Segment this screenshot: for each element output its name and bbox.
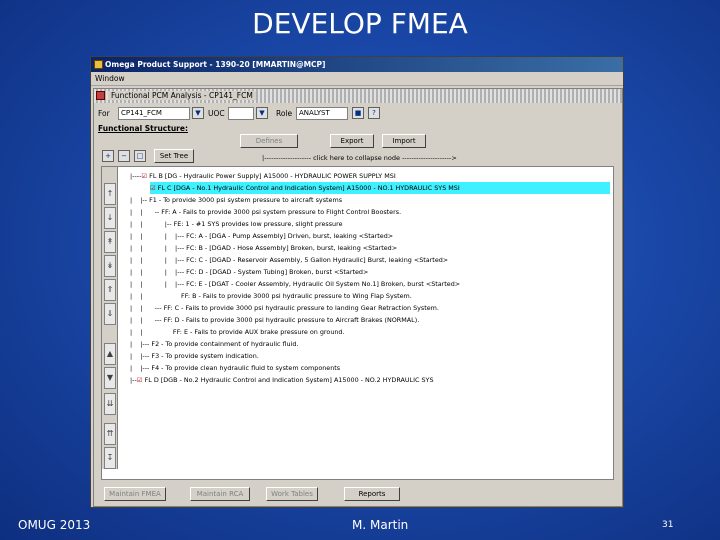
tree-node-selected[interactable]: ☑ FL C [DGA - No.1 Hydraulic Control and… [150,182,610,194]
role-label: Role [276,109,293,118]
tree-node[interactable]: | | --- FF: C - Fails to provide 3000 ps… [130,302,439,314]
last-icon[interactable]: ↧ [104,447,116,469]
work-tables-button[interactable]: Work Tables [266,487,318,501]
save-icon[interactable]: ■ [352,107,364,119]
footer-center: M. Martin [352,518,409,532]
uoc-field[interactable] [228,107,254,120]
fast-down-icon[interactable]: ⇊ [104,393,116,415]
uoc-label: UOC [208,109,225,118]
scroll-up-icon[interactable]: ▲ [104,343,116,365]
child-window-icon [96,91,105,100]
page-up-icon[interactable]: ⇑ [104,279,116,301]
app-logo-icon [94,60,103,69]
move-bottom-icon[interactable]: ↡ [104,255,116,277]
slide-number: 31 [662,520,674,530]
move-up-icon[interactable]: ↑ [104,183,116,205]
collapse-hint: |-------------------- click here to coll… [262,154,457,162]
child-titlebar: Functional PCM Analysis - CP141_FCM [94,89,622,103]
functional-tree: ↑ ↓ ↟ ↡ ⇑ ⇓ ▲ ▼ ⇊ ⇈ ↧ |----☑ FL B [DG - … [101,166,614,480]
app-title: Omega Product Support - 1390-20 [MMARTIN… [105,60,326,69]
tree-node[interactable]: | | | |--- FC: A - [DGA - Pump Assembly]… [130,230,393,242]
tree-node[interactable]: | | FF: B - Fails to provide 3000 psi hy… [130,290,412,302]
tree-node[interactable]: |--☑ FL D [DGB - No.2 Hydraulic Control … [130,374,434,386]
copy-icon[interactable]: □ [134,150,146,162]
for-lookup-icon[interactable]: ▼ [192,107,204,119]
for-label: For [98,109,110,118]
export-button[interactable]: Export [330,134,374,148]
tree-node[interactable]: | | --- FF: D - Fails to provide 3000 ps… [130,314,419,326]
maintain-fmea-button[interactable]: Maintain FMEA [104,487,166,501]
slide-title: DEVELOP FMEA [252,7,468,40]
tree-node[interactable]: | | |-- FE: 1 - #1 SYS provides low pres… [130,218,343,230]
expand-icon[interactable]: + [102,150,114,162]
app-window: Omega Product Support - 1390-20 [MMARTIN… [90,56,624,508]
tree-vertical-toolbar: ↑ ↓ ↟ ↡ ⇑ ⇓ ▲ ▼ ⇊ ⇈ ↧ [102,167,118,469]
for-field[interactable]: CP141_FCM [118,107,190,120]
tree-node[interactable]: | | FF: E - Fails to provide AUX brake p… [130,326,345,338]
child-window: Functional PCM Analysis - CP141_FCM For … [93,88,623,507]
maintain-rca-button[interactable]: Maintain RCA [190,487,250,501]
tree-node[interactable]: | |--- F3 - To provide system indication… [130,350,259,362]
uoc-lookup-icon[interactable]: ▼ [256,107,268,119]
tree-node[interactable]: | | | |--- FC: C - [DGAD - Reservoir Ass… [130,254,448,266]
set-tree-button[interactable]: Set Tree [154,149,194,163]
reports-button[interactable]: Reports [344,487,400,501]
tree-node[interactable]: |----☑ FL B [DG - Hydraulic Power Supply… [130,170,396,182]
tree-node[interactable]: | | | |--- FC: E - [DGAT - Cooler Assemb… [130,278,460,290]
role-field[interactable]: ANALYST [296,107,348,120]
page-down-icon[interactable]: ⇓ [104,303,116,325]
tree-node[interactable]: | |--- F2 - To provide containment of hy… [130,338,298,350]
help-icon[interactable]: ? [368,107,380,119]
move-down-icon[interactable]: ↓ [104,207,116,229]
scroll-down-icon[interactable]: ▼ [104,367,116,389]
tree-node[interactable]: | | | |--- FC: B - [DGAD - Hose Assembly… [130,242,397,254]
functional-structure-label: Functional Structure: [98,124,188,133]
child-title: Functional PCM Analysis - CP141_FCM [108,91,256,100]
app-titlebar: Omega Product Support - 1390-20 [MMARTIN… [91,57,623,72]
defines-button[interactable]: Defines [240,134,298,148]
fast-up-icon[interactable]: ⇈ [104,423,116,445]
menu-window[interactable]: Window [95,74,125,83]
menubar: Window [91,72,623,86]
tree-node[interactable]: | |-- F1 - To provide 3000 psi system pr… [130,194,342,206]
tree-node[interactable]: | |--- F4 - To provide clean hydraulic f… [130,362,340,374]
footer-left: OMUG 2013 [18,518,91,532]
tree-node[interactable]: | | | |--- FC: D - [DGAD - System Tubing… [130,266,368,278]
collapse-icon[interactable]: − [118,150,130,162]
move-top-icon[interactable]: ↟ [104,231,116,253]
tree-node[interactable]: | | -- FF: A - Fails to provide 3000 psi… [130,206,401,218]
import-button[interactable]: Import [382,134,426,148]
